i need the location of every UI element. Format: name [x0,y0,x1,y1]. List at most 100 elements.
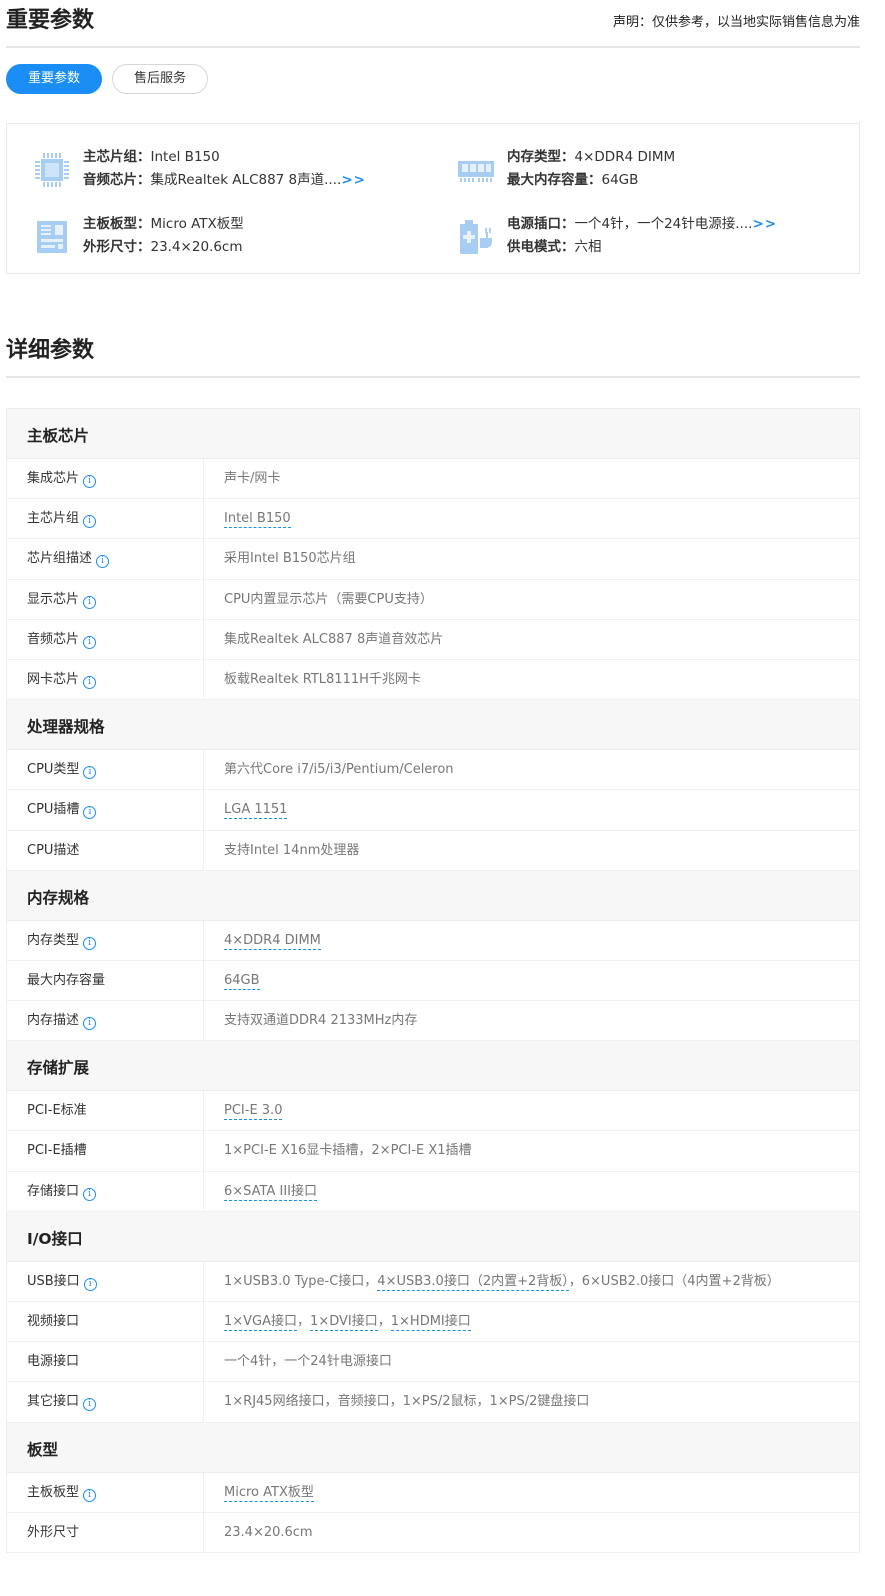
detail-params-header: 详细参数 [6,330,860,378]
spec-value-link[interactable]: 1×VGA接口 [224,1314,298,1331]
section-header: 处理器规格 [7,700,859,751]
spec-value-link[interactable]: 6×SATA III接口 [224,1183,317,1201]
spec-row: 视频接口 1×VGA接口，1×DVI接口，1×HDMI接口 [7,1302,859,1343]
spec-value-link[interactable]: Intel B150 [224,511,291,529]
spec-label: 内存类型 i [7,920,204,960]
spec-value-link[interactable]: PCI-E 3.0 [224,1103,283,1121]
spec-label: 集成芯片 i [7,459,204,499]
spec-value: LGA 1151 [224,790,288,829]
spec-row: 外形尺寸 23.4×20.6cm [7,1512,859,1553]
spec-row: 内存描述 i 支持双通道DDR4 2133MHz内存 [7,1001,859,1042]
spec-label-text: 存储接口 [27,1183,80,1199]
spec-label: 存储接口 i [7,1171,204,1211]
power-more-link[interactable]: >> [752,216,777,232]
spec-row: CPU插槽 i LGA 1151 [7,790,859,831]
spec-value-link[interactable]: 4×USB3.0接口（2内置+2背板） [377,1273,569,1291]
spec-row: CPU类型 i 第六代Core i7/i5/i3/Pentium/Celeron [7,750,859,791]
spec-value-text: 采用Intel B150芯片组 [224,551,356,567]
spec-value-link[interactable]: 64GB [224,972,260,990]
tab-important-params[interactable]: 重要参数 [6,64,102,94]
spec-value-link[interactable]: 1×HDMI接口 [390,1314,471,1331]
detail-title: 详细参数 [6,338,95,363]
section-title: I/O接口 [27,1229,83,1248]
max-memory-value: 64GB [601,172,639,188]
spec-value: 23.4×20.6cm [224,1513,313,1552]
spec-row: 主板板型 i Micro ATX板型 [7,1472,859,1513]
spec-value: 板载Realtek RTL8111H千兆网卡 [224,660,421,699]
info-icon[interactable]: i [83,1017,97,1031]
spec-value: 1×RJ45网络接口，音频接口，1×PS/2鼠标，1×PS/2键盘接口 [224,1382,589,1421]
spec-label: 内存描述 i [7,1001,204,1041]
spec-value-text: 支持双通道DDR4 2133MHz内存 [224,1013,418,1029]
section-title: 存储扩展 [27,1059,90,1078]
spec-label: CPU插槽 i [7,790,204,830]
spec-row: 显示芯片 i CPU内置显示芯片（需要CPU支持） [7,579,859,620]
spec-label-text: 网卡芯片 [27,671,80,687]
info-icon[interactable]: i [83,1277,97,1291]
summary-memory: 内存类型：4×DDR4 DIMM 最大内存容量：64GB [457,145,857,193]
info-icon[interactable]: i [96,555,110,569]
spec-value-link[interactable]: Micro ATX板型 [224,1484,314,1502]
spec-row: 芯片组描述 i 采用Intel B150芯片组 [7,539,859,580]
spec-value-text: ， [377,1314,391,1329]
spec-value-text: 板载Realtek RTL8111H千兆网卡 [224,671,421,687]
spec-value: Micro ATX板型 [224,1473,314,1512]
spec-value: PCI-E 3.0 [224,1091,283,1130]
spec-label-text: USB接口 [27,1273,80,1289]
info-icon[interactable]: i [83,1187,97,1201]
info-icon[interactable]: i [83,806,97,820]
spec-value-link[interactable]: LGA 1151 [224,802,288,820]
spec-value-text: 23.4×20.6cm [224,1524,313,1540]
spec-label: 主板板型 i [7,1472,204,1512]
spec-label-text: 内存描述 [27,1013,80,1029]
audio-more-link[interactable]: >> [341,172,366,188]
chipset-value: Intel B150 [150,149,220,165]
section-title: 内存规格 [27,888,90,907]
spec-label-text: PCI-E标准 [27,1103,87,1119]
memory-module-icon [458,161,494,182]
spec-row: 最大内存容量 64GB [7,960,859,1002]
page-title: 重要参数 [6,8,95,33]
info-icon[interactable]: i [83,675,97,689]
summary-box: 主芯片组：Intel B150 音频芯片：集成Realtek ALC887 8声… [6,123,860,274]
important-params-header: 重要参数 声明：仅供参考，以当地实际销售信息为准 [6,0,860,48]
spec-value: 支持双通道DDR4 2133MHz内存 [224,1001,417,1040]
info-icon[interactable]: i [83,766,97,780]
motherboard-icon [37,221,67,253]
info-icon[interactable]: i [83,1488,97,1502]
spec-value-text: ， [297,1314,311,1329]
spec-label-text: 最大内存容量 [27,972,106,988]
spec-row: PCI-E插槽 1×PCI-E X16显卡插槽，2×PCI-E X1插槽 [7,1131,859,1172]
spec-value-link[interactable]: 1×DVI接口 [310,1314,378,1331]
info-icon[interactable]: i [83,1398,97,1412]
tab-after-sales[interactable]: 售后服务 [112,64,208,94]
spec-label-text: CPU插槽 [27,802,80,818]
spec-value: 集成Realtek ALC887 8声道音效芯片 [224,620,443,659]
spec-label-text: 内存类型 [27,932,80,948]
info-icon[interactable]: i [83,936,97,950]
spec-value-text: ，6×USB2.0接口（4内置+2背板） [568,1273,780,1289]
spec-value: 支持Intel 14nm处理器 [224,831,359,870]
info-icon[interactable]: i [83,635,97,649]
spec-label: 芯片组描述 i [7,539,204,579]
info-icon[interactable]: i [83,595,97,609]
info-icon[interactable]: i [83,475,97,488]
spec-row: 音频芯片 i 集成Realtek ALC887 8声道音效芯片 [7,619,859,660]
info-icon[interactable]: i [83,515,97,529]
spec-label: PCI-E标准 [7,1091,204,1131]
spec-label-text: CPU描述 [27,842,80,858]
spec-value: 一个4针，一个24针电源接口 [224,1342,392,1381]
chip-icon [35,153,69,187]
spec-value-link[interactable]: 4×DDR4 DIMM [224,932,321,950]
spec-value: 4×DDR4 DIMM [224,921,321,960]
spec-value: 第六代Core i7/i5/i3/Pentium/Celeron [224,750,454,789]
spec-label-text: 主芯片组 [27,511,80,527]
spec-row: 网卡芯片 i 板载Realtek RTL8111H千兆网卡 [7,659,859,701]
spec-label-text: 视频接口 [27,1314,80,1329]
spec-row: 其它接口 i 1×RJ45网络接口，音频接口，1×PS/2鼠标，1×PS/2键盘接口 [7,1382,859,1423]
spec-table: 主板芯片 集成芯片 i 声卡/网卡 主芯片组 i Intel B150 芯片组描述 i 采用Int… [6,408,860,1553]
spec-row: PCI-E标准 PCI-E 3.0 [7,1091,859,1132]
spec-value-text: 支持Intel 14nm处理器 [224,842,360,858]
spec-value: 1×PCI-E X16显卡插槽，2×PCI-E X1插槽 [224,1131,472,1170]
spec-label-text: 外形尺寸 [27,1524,80,1540]
